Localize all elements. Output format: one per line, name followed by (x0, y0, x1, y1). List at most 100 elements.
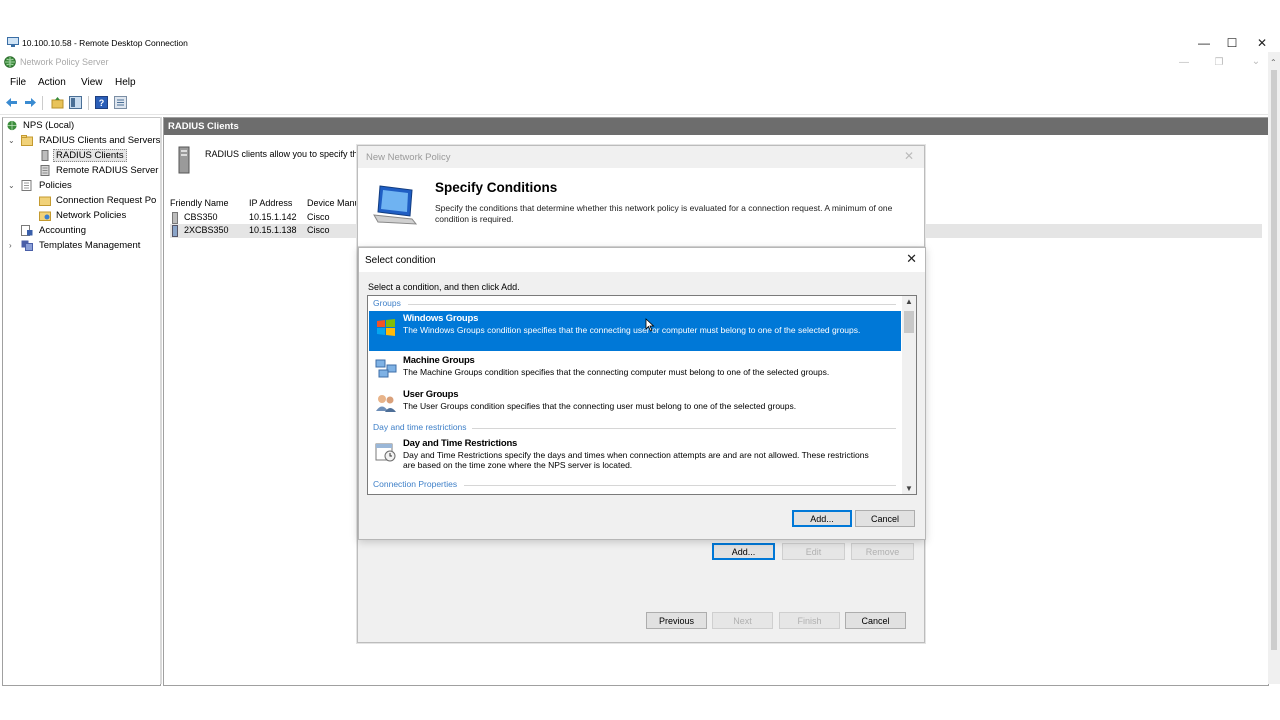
network-policies-icon (39, 211, 51, 221)
condition-title: Day and Time Restrictions (403, 438, 518, 449)
tree-item-network-policies[interactable]: Network Policies (3, 209, 158, 224)
previous-button[interactable]: Previous (646, 612, 707, 629)
rdp-close-button[interactable]: ✕ (1248, 35, 1276, 51)
condition-windows-groups[interactable]: Windows Groups The Windows Groups condit… (369, 311, 901, 351)
rdp-title: 10.100.10.58 - Remote Desktop Connection (22, 38, 188, 48)
add-condition-button[interactable]: Add... (712, 543, 775, 560)
remote-desktop-icon (7, 37, 19, 47)
select-condition-title: Select condition (365, 255, 436, 266)
chevron-right-icon[interactable]: › (9, 241, 12, 250)
cell-ip-address: 10.15.1.138 (249, 225, 297, 235)
group-divider (408, 304, 896, 305)
finish-button[interactable]: Finish (779, 612, 840, 629)
cell-friendly-name: 2XCBS350 (184, 225, 229, 235)
machine-groups-icon (375, 359, 397, 378)
select-cancel-button[interactable]: Cancel (855, 510, 915, 527)
condition-description: Day and Time Restrictions specify the da… (403, 450, 869, 470)
chevron-down-icon[interactable]: ⌄ (8, 181, 15, 190)
rdp-minimize-button[interactable]: — (1190, 35, 1218, 51)
app-restore-button[interactable]: ❐ (1207, 57, 1231, 68)
menu-file[interactable]: File (10, 77, 26, 88)
condition-user-groups[interactable]: User Groups The User Groups condition sp… (369, 387, 901, 419)
column-device-manufacturer[interactable]: Device Manu (307, 198, 360, 208)
condition-title: Windows Groups (403, 313, 479, 324)
group-header-day-time: Day and time restrictions (373, 422, 467, 432)
tree-item-templates-management[interactable]: › Templates Management (3, 239, 158, 254)
tree-label: Policies (39, 180, 72, 191)
show-hide-tree-icon[interactable] (69, 96, 82, 109)
tree-label: Accounting (39, 225, 87, 236)
close-icon[interactable]: ✕ (906, 251, 917, 267)
tree-label: Templates Management (39, 240, 141, 251)
select-condition-title-bar: Select condition ✕ (359, 248, 925, 272)
user-groups-icon (376, 395, 396, 412)
group-header-connection-properties: Connection Properties (373, 479, 458, 489)
column-friendly-name[interactable]: Friendly Name (170, 198, 229, 208)
menu-help[interactable]: Help (115, 77, 136, 88)
server-group-icon (40, 165, 50, 176)
tree-item-radius-clients[interactable]: RADIUS Clients (3, 149, 158, 164)
tree-item-policies[interactable]: ⌄ Policies (3, 179, 158, 194)
tree-item-nps-local[interactable]: NPS (Local) (3, 119, 153, 134)
server-tower-icon (178, 146, 190, 174)
wizard-header: Specify Conditions Specify the condition… (358, 168, 924, 247)
scroll-up-icon[interactable]: ⌃ (1270, 58, 1277, 67)
column-ip-address[interactable]: IP Address (249, 198, 292, 208)
wizard-computer-icon (373, 185, 418, 225)
condition-machine-groups[interactable]: Machine Groups The Machine Groups condit… (369, 353, 901, 385)
accounting-icon (21, 225, 33, 236)
chevron-down-icon[interactable]: ⌄ (8, 136, 15, 145)
details-header: RADIUS Clients (164, 118, 1268, 135)
toolbar-divider (42, 96, 43, 110)
pane-splitter[interactable] (160, 117, 162, 684)
tree-label: Remote RADIUS Server (56, 165, 159, 176)
next-button[interactable]: Next (712, 612, 773, 629)
tree-label: NPS (Local) (23, 120, 75, 131)
app-title: Network Policy Server (20, 57, 109, 67)
select-add-button[interactable]: Add... (792, 510, 852, 527)
rdp-maximize-button[interactable]: ☐ (1218, 35, 1246, 51)
cell-ip-address: 10.15.1.142 (249, 212, 297, 222)
condition-description: The User Groups condition specifies that… (403, 401, 797, 411)
nps-globe-icon (4, 56, 16, 68)
policies-icon (21, 180, 32, 191)
scroll-down-icon[interactable]: ▼ (902, 484, 916, 493)
svg-text:?: ? (99, 98, 105, 108)
group-divider (472, 428, 896, 429)
menu-view[interactable]: View (81, 77, 103, 88)
app-minimize-button[interactable]: — (1172, 57, 1196, 68)
edit-condition-button[interactable]: Edit (782, 543, 845, 560)
tree-item-connection-request-policies[interactable]: Connection Request Po (3, 194, 158, 209)
select-condition-dialog: Select condition ✕ Select a condition, a… (358, 247, 926, 540)
tree-label: RADIUS Clients and Servers (39, 135, 161, 146)
forward-arrow-icon[interactable] (24, 96, 37, 109)
scroll-thumb[interactable] (1271, 70, 1277, 650)
client-icon (172, 225, 178, 237)
back-arrow-icon[interactable] (5, 96, 18, 109)
toolbar-divider (88, 96, 89, 110)
condition-title: User Groups (403, 389, 459, 400)
app-chevron-down-icon[interactable]: ⌄ (1244, 56, 1268, 67)
tree-label: Network Policies (56, 210, 127, 221)
tree-item-remote-radius-server[interactable]: Remote RADIUS Server (3, 164, 158, 179)
close-icon[interactable]: ✕ (904, 149, 914, 163)
tree-item-radius-clients-servers[interactable]: ⌄ RADIUS Clients and Servers (3, 134, 160, 149)
outer-scrollbar[interactable]: ⌃ (1268, 52, 1280, 684)
properties-icon[interactable] (114, 96, 127, 109)
tree-item-accounting[interactable]: Accounting (3, 224, 158, 239)
condition-day-time-restrictions[interactable]: Day and Time Restrictions Day and Time R… (369, 436, 901, 474)
up-folder-icon[interactable] (51, 96, 64, 109)
condition-description: The Windows Groups condition specifies t… (403, 325, 861, 335)
remove-condition-button[interactable]: Remove (851, 543, 914, 560)
scroll-up-icon[interactable]: ▲ (902, 297, 916, 306)
help-icon[interactable]: ? (95, 96, 108, 109)
wizard-heading: Specify Conditions (435, 180, 558, 195)
cancel-button[interactable]: Cancel (845, 612, 906, 629)
toolbar: ? (0, 92, 1270, 115)
menu-bar: File Action View Help (0, 74, 1270, 92)
menu-action[interactable]: Action (38, 77, 66, 88)
scroll-thumb[interactable] (904, 311, 914, 333)
condition-list-scrollbar[interactable]: ▲ ▼ (902, 296, 916, 494)
tree-label: RADIUS Clients (53, 149, 127, 162)
table-row[interactable]: CBS350 10.15.1.142 Cisco (170, 211, 358, 225)
